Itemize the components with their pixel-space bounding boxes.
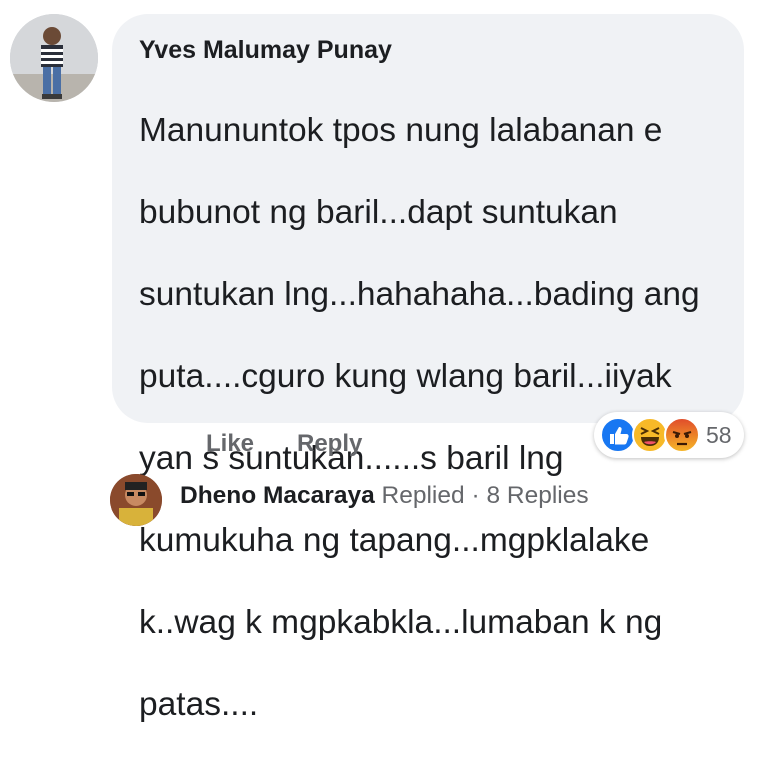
reaction-count: 58 xyxy=(706,422,732,448)
commenter-avatar[interactable] xyxy=(10,14,98,102)
comment-line: patas.... xyxy=(139,686,259,723)
reactions-summary[interactable]: 58 xyxy=(594,412,744,458)
replies-summary[interactable]: Dheno Macaraya Replied · 8 Replies xyxy=(180,482,589,510)
comment-line: Manununtok tpos nung lalabanan e xyxy=(139,112,663,149)
comment-line: kumukuha ng tapang...mgpklalake xyxy=(139,522,650,559)
comment-line: bubunot ng baril...dapt suntukan xyxy=(139,194,618,231)
comment-author-name[interactable]: Yves Malumay Punay xyxy=(139,34,744,66)
commenter-photo xyxy=(10,14,98,102)
replier-photo xyxy=(110,474,162,526)
comment-line: k..wag k mgpkabkla...lumaban k ng xyxy=(139,604,663,641)
haha-reaction-icon xyxy=(632,417,668,453)
comment-bubble: Yves Malumay Punay Manununtok tpos nung … xyxy=(112,14,744,723)
comment-line: suntukan lng...hahahaha...bading ang xyxy=(139,276,700,313)
separator-dot: · xyxy=(471,482,480,509)
replies-count[interactable]: 8 Replies xyxy=(486,482,588,509)
replied-label: Replied xyxy=(381,482,465,509)
reply-button[interactable]: Reply xyxy=(297,430,362,458)
replier-name[interactable]: Dheno Macaraya xyxy=(180,482,375,509)
replier-avatar[interactable] xyxy=(110,474,162,526)
angry-reaction-icon xyxy=(664,417,700,453)
comment-line: puta....cguro kung wlang baril...iiyak xyxy=(139,358,672,395)
like-button[interactable]: Like xyxy=(206,430,254,458)
like-reaction-icon xyxy=(600,417,636,453)
